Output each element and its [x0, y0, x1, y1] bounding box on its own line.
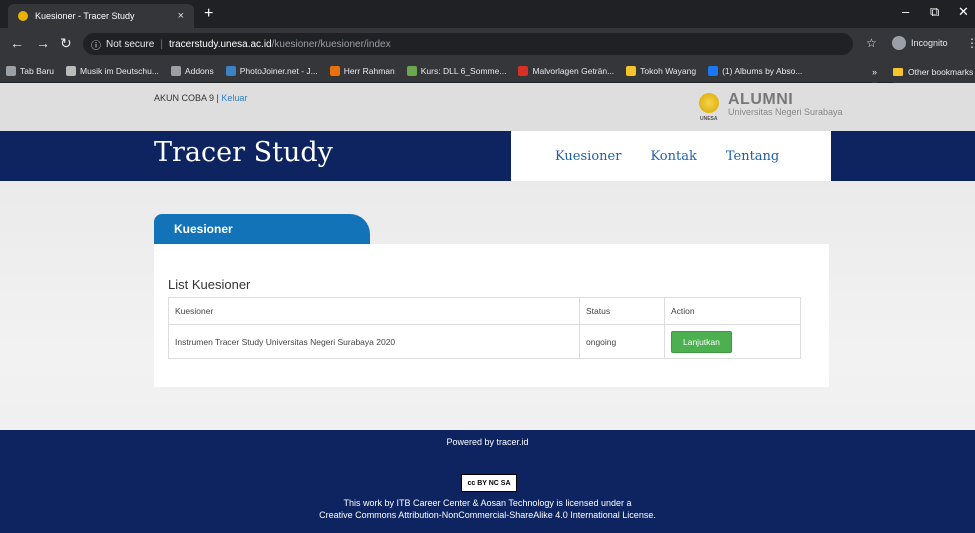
license-text-line2[interactable]: Creative Commons Attribution-NonCommerci…	[0, 510, 975, 520]
bookmark-favicon-icon	[225, 66, 236, 76]
incognito-icon	[892, 36, 906, 50]
url-input[interactable]: ⓘ Not secure | tracerstudy.unesa.ac.id/k…	[83, 33, 853, 55]
bookmark-favicon-icon	[170, 66, 181, 76]
bookmark-favicon-icon	[329, 66, 340, 76]
window-close-icon[interactable]: ✕	[958, 4, 969, 20]
bookmark-star-icon[interactable]: ☆	[866, 36, 877, 50]
bookmark-label: Kurs: DLL 6_Somme...	[420, 66, 507, 76]
kuesioner-name: Instrumen Tracer Study Universitas Neger…	[168, 324, 580, 359]
web-page: AKUN COBA 9 | Keluar UNESA ALUMNI Univer…	[0, 83, 975, 533]
bookmark-label: Tab Baru	[20, 66, 55, 76]
bookmark-label: Malvorlagen Geträn...	[532, 66, 615, 76]
logout-link[interactable]: Keluar	[221, 93, 247, 103]
bookmark-item[interactable]: Kurs: DLL 6_Somme...	[406, 66, 507, 76]
unesa-emblem-icon: UNESA	[694, 92, 724, 124]
url-separator: |	[160, 38, 163, 50]
browser-tab[interactable]: Kuesioner - Tracer Study ×	[8, 4, 194, 28]
bookmark-item[interactable]: Tokoh Wayang	[626, 66, 696, 76]
bookmark-favicon-icon	[66, 66, 77, 76]
column-header-kuesioner: Kuesioner	[168, 297, 580, 325]
table-header-row: Kuesioner Status Action	[168, 297, 801, 325]
bookmark-label: (1) Albums by Abso...	[722, 66, 803, 76]
powered-by-link[interactable]: Powered by tracer.id	[0, 437, 975, 447]
tab-close-icon[interactable]: ×	[178, 10, 184, 22]
status-cell: ongoing	[579, 324, 665, 359]
license-text-line1: This work by ITB Career Center & Aosan T…	[343, 498, 632, 508]
bookmark-favicon-icon	[406, 66, 417, 76]
info-icon[interactable]: ⓘ	[91, 37, 101, 52]
bookmark-label: Addons	[184, 66, 214, 76]
logo-title: ALUMNI	[728, 91, 794, 108]
restore-icon[interactable]: ⧉	[930, 4, 939, 20]
url-host: tracerstudy.unesa.ac.id	[168, 38, 272, 50]
bookmarks-bar: Tab Baru Musik im Deutschu... Addons PhotoJ…	[0, 60, 975, 83]
reload-icon[interactable]: ↻	[60, 35, 72, 52]
incognito-label: Incognito	[911, 38, 948, 48]
emblem-text: UNESA	[700, 116, 718, 122]
bookmark-item[interactable]: Addons	[170, 66, 214, 76]
bookmark-label: Tokoh Wayang	[640, 66, 697, 76]
user-bar: AKUN COBA 9 | Keluar	[154, 93, 247, 103]
cc-license-badge[interactable]: cc BY NC SA	[461, 474, 517, 492]
main-nav: Kuesioner Kontak Tentang	[511, 131, 831, 181]
menu-kebab-icon[interactable]: ⋮	[966, 36, 975, 50]
logo-subtitle: Universitas Negeri Surabaya	[728, 107, 843, 117]
other-bookmarks-folder[interactable]: Other bookmarks	[893, 60, 975, 83]
bookmark-favicon-icon	[708, 66, 719, 76]
action-cell: Lanjutkan	[664, 324, 801, 359]
tab-title: Kuesioner - Tracer Study	[35, 11, 135, 21]
lanjutkan-button[interactable]: Lanjutkan	[671, 330, 732, 353]
bookmark-favicon-icon	[6, 66, 16, 76]
bookmark-item[interactable]: Tab Baru	[6, 66, 54, 76]
address-bar: ← → ↻ ⓘ Not secure | tracerstudy.unesa.a…	[0, 28, 975, 60]
table-row: Instrumen Tracer Study Universitas Neger…	[168, 324, 801, 359]
column-header-action: Action	[664, 297, 801, 325]
bookmark-favicon-icon	[626, 66, 637, 76]
bookmark-item[interactable]: Herr Rahman	[329, 66, 395, 76]
nav-kontak[interactable]: Kontak	[650, 149, 696, 164]
user-name: AKUN COBA 9	[154, 93, 215, 103]
bookmark-item[interactable]: Musik im Deutschu...	[66, 66, 159, 76]
column-header-status: Status	[579, 297, 665, 325]
list-title: List Kuesioner	[168, 277, 251, 292]
other-bookmarks-label: Other bookmarks	[908, 66, 974, 77]
nav-tentang[interactable]: Tentang	[726, 149, 779, 164]
bookmark-item[interactable]: (1) Albums by Abso...	[708, 66, 802, 76]
back-icon[interactable]: ←	[10, 35, 24, 51]
minimize-icon[interactable]: –	[902, 4, 909, 19]
site-banner: Tracer Study Kuesioner Kontak Tentang	[0, 131, 975, 181]
site-footer: Powered by tracer.id cc BY NC SA This wo…	[0, 430, 975, 533]
bookmark-label: PhotoJoiner.net - J...	[239, 66, 318, 76]
folder-icon	[893, 67, 903, 76]
bookmark-label: Musik im Deutschu...	[80, 66, 159, 76]
new-tab-button[interactable]: +	[204, 5, 213, 23]
browser-titlebar: Kuesioner - Tracer Study × + – ⧉ ✕	[0, 0, 975, 28]
alumni-logo[interactable]: UNESA ALUMNI Universitas Negeri Surabaya	[694, 92, 843, 124]
url-path: /kuesioner/kuesioner/index	[271, 38, 391, 50]
more-bookmarks-button[interactable]: »	[872, 60, 878, 83]
bookmark-label: Herr Rahman	[343, 66, 395, 76]
nav-kuesioner[interactable]: Kuesioner	[555, 149, 621, 164]
kuesioner-table: Kuesioner Status Action Instrumen Tracer…	[168, 297, 801, 359]
forward-icon[interactable]: →	[36, 35, 50, 51]
bookmark-item[interactable]: PhotoJoiner.net - J...	[225, 66, 318, 76]
site-title[interactable]: Tracer Study	[154, 137, 333, 168]
bookmark-favicon-icon	[518, 66, 529, 76]
not-secure-label: Not secure	[106, 38, 155, 50]
section-tab: Kuesioner	[154, 214, 370, 244]
site-favicon-icon	[18, 11, 28, 21]
bookmark-item[interactable]: Malvorlagen Geträn...	[518, 66, 614, 76]
kuesioner-card: List Kuesioner Kuesioner Status Action I…	[154, 244, 829, 387]
top-strip: AKUN COBA 9 | Keluar UNESA ALUMNI Univer…	[0, 83, 975, 131]
incognito-indicator[interactable]: Incognito	[892, 36, 948, 50]
